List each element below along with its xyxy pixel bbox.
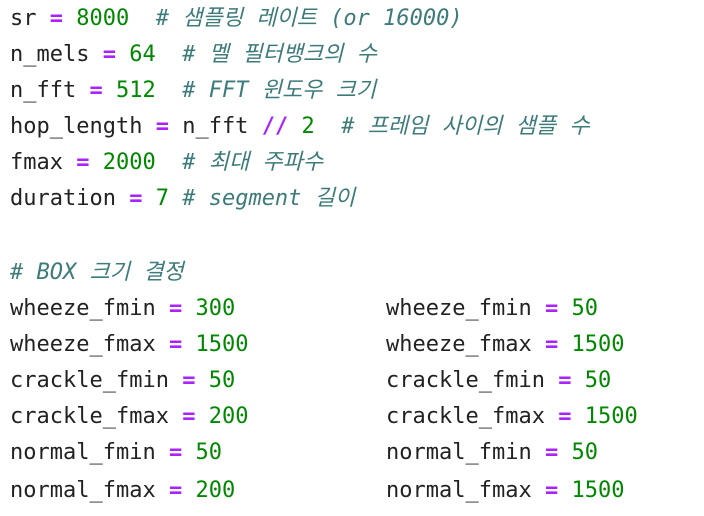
- code-comment: # FFT 윈도우 크기: [182, 78, 377, 103]
- code-line-right-normal-fmin: normal_fmin = 50: [386, 436, 598, 470]
- variable-name: hop_length: [10, 114, 143, 139]
- assign-operator: =: [558, 368, 572, 393]
- assign-operator: =: [102, 42, 116, 67]
- variable-name: duration: [10, 186, 116, 211]
- code-comment: # 프레임 사이의 샘플 수: [341, 114, 590, 139]
- code-line-duration: duration = 7 # segment 길이: [10, 182, 355, 216]
- variable-name: crackle_fmax: [10, 404, 169, 429]
- code-line-right-wheeze-fmin: wheeze_fmin = 50: [386, 292, 598, 326]
- assign-operator: =: [182, 404, 196, 429]
- assign-operator: =: [155, 114, 169, 139]
- number-value: 50: [571, 440, 598, 465]
- number-value: 2: [301, 114, 315, 139]
- code-line-left-crackle-fmin: crackle_fmin = 50: [10, 364, 235, 398]
- variable-name: wheeze_fmax: [386, 332, 532, 357]
- code-line-hop-length: hop_length = n_fft // 2 # 프레임 사이의 샘플 수: [10, 110, 590, 144]
- variable-reference: n_fft: [182, 114, 249, 139]
- code-line-box-comment: # BOX 크기 결정: [10, 256, 184, 290]
- assign-operator: =: [168, 440, 183, 465]
- assign-operator: =: [182, 368, 196, 393]
- number-value: 512: [115, 78, 156, 103]
- number-value: 50: [195, 440, 222, 465]
- number-value: 2000: [102, 150, 156, 175]
- variable-name: fmax: [10, 150, 63, 175]
- code-line-right-crackle-fmin: crackle_fmin = 50: [386, 364, 611, 398]
- variable-name: normal_fmin: [10, 440, 156, 465]
- variable-name: crackle_fmax: [386, 404, 545, 429]
- assign-operator: =: [544, 440, 559, 465]
- code-line-left-normal-fmin: normal_fmin = 50: [10, 436, 222, 470]
- assign-operator: =: [544, 478, 559, 503]
- number-value: 1500: [571, 332, 625, 357]
- number-value: 50: [208, 368, 236, 393]
- assign-operator: =: [49, 6, 63, 31]
- code-line-left-wheeze-fmin: wheeze_fmin = 300: [10, 292, 235, 326]
- number-value: 50: [584, 368, 612, 393]
- assign-operator: =: [89, 78, 103, 103]
- assign-operator: =: [544, 296, 559, 321]
- variable-name: n_fft: [10, 78, 77, 103]
- number-value: 200: [195, 478, 236, 503]
- assign-operator: =: [168, 332, 183, 357]
- code-line-left-crackle-fmax: crackle_fmax = 200: [10, 400, 248, 434]
- variable-name: normal_fmin: [386, 440, 532, 465]
- code-line-left-normal-fmax: normal_fmax = 200: [10, 474, 235, 508]
- number-value: 8000: [76, 6, 130, 31]
- code-line-left-wheeze-fmax: wheeze_fmax = 1500: [10, 328, 248, 362]
- floor-divide-operator: //: [261, 114, 289, 139]
- variable-name: n_mels: [10, 42, 90, 67]
- code-comment: # 샘플링 레이트 (or 16000): [155, 6, 463, 31]
- code-comment: # 멜 필터뱅크의 수: [182, 42, 377, 67]
- number-value: 7: [155, 186, 169, 211]
- code-comment: # segment 길이: [182, 186, 356, 211]
- variable-name: sr: [10, 6, 37, 31]
- number-value: 300: [195, 296, 236, 321]
- assign-operator: =: [558, 404, 572, 429]
- assign-operator: =: [76, 150, 90, 175]
- number-value: 50: [571, 296, 598, 321]
- code-comment: # 최대 주파수: [182, 150, 324, 175]
- assign-operator: =: [168, 478, 183, 503]
- variable-name: wheeze_fmin: [386, 296, 532, 321]
- code-line-n-mels: n_mels = 64 # 멜 필터뱅크의 수: [10, 38, 377, 72]
- variable-name: crackle_fmin: [386, 368, 545, 393]
- code-line-right-wheeze-fmax: wheeze_fmax = 1500: [386, 328, 624, 362]
- code-view: sr = 8000 # 샘플링 레이트 (or 16000) n_mels = …: [0, 0, 704, 516]
- assign-operator: =: [544, 332, 559, 357]
- variable-name: wheeze_fmax: [10, 332, 156, 357]
- code-line-right-normal-fmax: normal_fmax = 1500: [386, 474, 624, 508]
- number-value: 200: [208, 404, 249, 429]
- assign-operator: =: [168, 296, 183, 321]
- number-value: 1500: [195, 332, 249, 357]
- assign-operator: =: [129, 186, 143, 211]
- code-line-n-fft: n_fft = 512 # FFT 윈도우 크기: [10, 74, 376, 108]
- code-comment: # BOX 크기 결정: [10, 260, 184, 285]
- variable-name: normal_fmax: [10, 478, 156, 503]
- variable-name: crackle_fmin: [10, 368, 169, 393]
- code-line-fmax: fmax = 2000 # 최대 주파수: [10, 146, 323, 180]
- number-value: 1500: [584, 404, 638, 429]
- code-line-sr: sr = 8000 # 샘플링 레이트 (or 16000): [10, 2, 463, 36]
- code-line-right-crackle-fmax: crackle_fmax = 1500: [386, 400, 638, 434]
- number-value: 1500: [571, 478, 625, 503]
- variable-name: normal_fmax: [386, 478, 532, 503]
- variable-name: wheeze_fmin: [10, 296, 156, 321]
- number-value: 64: [129, 42, 156, 67]
